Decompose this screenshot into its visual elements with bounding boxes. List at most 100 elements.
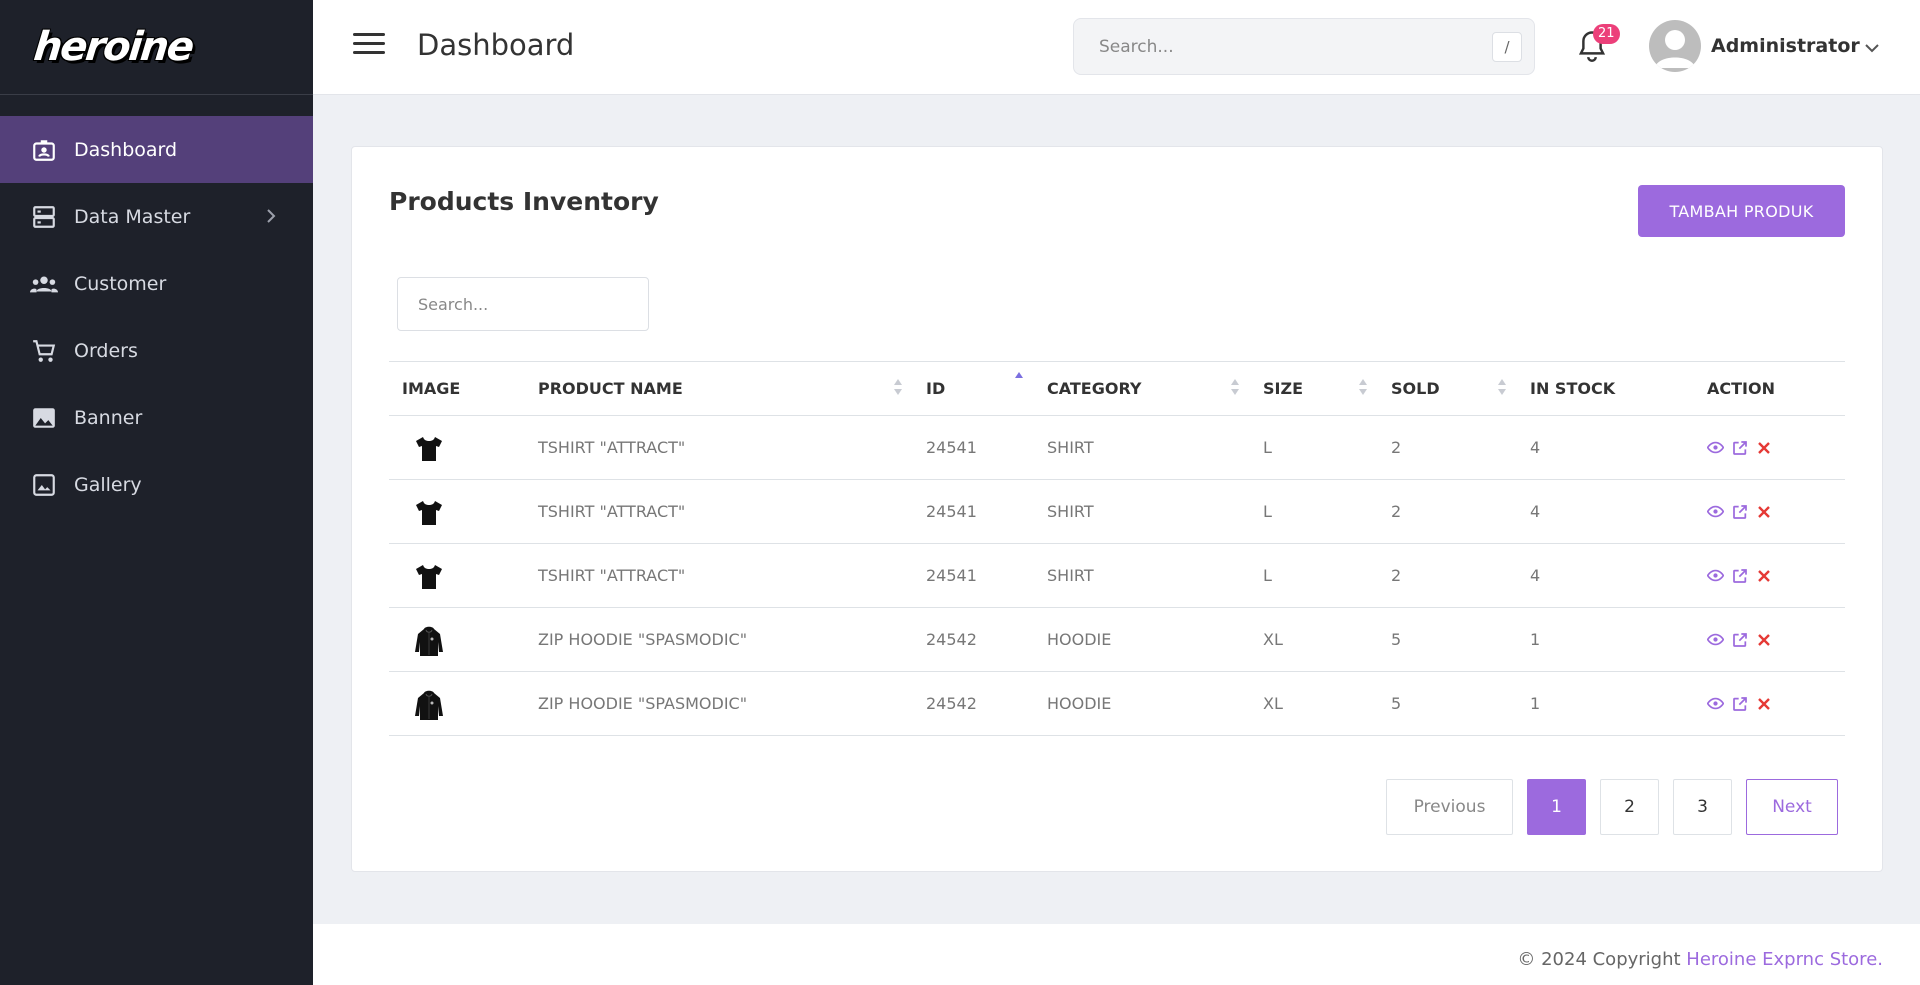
chevron-down-icon[interactable] (1865, 38, 1879, 57)
action-cell (1694, 480, 1845, 544)
edit-icon[interactable] (1731, 567, 1748, 584)
sidebar-item-label: Gallery (74, 473, 142, 496)
column-label: IN STOCK (1530, 379, 1616, 398)
sidebar-item-label: Banner (74, 406, 143, 429)
product-id-cell: 24542 (926, 630, 977, 649)
sort-icon[interactable] (893, 378, 903, 400)
product-sold-cell: 5 (1391, 694, 1402, 713)
tshirt-icon (414, 433, 444, 463)
column-header-product-name[interactable]: PRODUCT NAME (525, 362, 913, 416)
copyright-text: © 2024 Copyright (1517, 949, 1687, 970)
footer-copyright: © 2024 Copyright Heroine Exprnc Store. (1517, 949, 1883, 970)
table-search-input[interactable] (397, 277, 649, 331)
sidebar-item-dashboard[interactable]: Dashboard (0, 116, 313, 183)
row-actions (1707, 695, 1845, 712)
edit-icon[interactable] (1731, 631, 1748, 648)
delete-icon[interactable] (1755, 439, 1772, 456)
table-row: TSHIRT "ATTRACT" 24541 SHIRT L 2 4 (389, 480, 1845, 544)
sidebar-nav: Dashboard Data Master Customer Orders Ba… (0, 116, 313, 518)
product-category-cell: SHIRT (1047, 438, 1094, 457)
column-label: SIZE (1263, 379, 1304, 398)
sort-ascending-icon[interactable] (1014, 371, 1024, 393)
product-image-cell (389, 672, 525, 736)
delete-icon[interactable] (1755, 503, 1772, 520)
menu-icon[interactable] (353, 33, 385, 59)
search-shortcut-hint: / (1492, 32, 1522, 62)
delete-icon[interactable] (1755, 631, 1772, 648)
row-actions (1707, 503, 1845, 520)
product-stock-cell: 1 (1530, 630, 1541, 649)
delete-icon[interactable] (1755, 695, 1772, 712)
product-category-cell: HOODIE (1047, 630, 1112, 649)
view-icon[interactable] (1707, 503, 1724, 520)
column-label: PRODUCT NAME (538, 379, 683, 398)
logo[interactable]: heroine (32, 24, 195, 70)
product-sold-cell: 2 (1391, 566, 1402, 585)
sidebar-item-orders[interactable]: Orders (0, 317, 313, 384)
column-header-in-stock: IN STOCK (1517, 362, 1694, 416)
products-inventory-card: Products Inventory TAMBAH PRODUK IMAGE P… (351, 146, 1883, 872)
pagination-next-button[interactable]: Next (1746, 779, 1838, 835)
product-size-cell: L (1263, 438, 1272, 457)
product-name-cell: TSHIRT "ATTRACT" (538, 502, 686, 521)
dashboard-icon (30, 136, 58, 164)
user-name[interactable]: Administrator (1711, 35, 1860, 57)
product-image-cell (389, 480, 525, 544)
sidebar-item-banner[interactable]: Banner (0, 384, 313, 451)
product-name-cell: ZIP HOODIE "SPASMODIC" (538, 694, 748, 713)
product-stock-cell: 1 (1530, 694, 1541, 713)
column-label: IMAGE (402, 379, 461, 398)
sort-icon[interactable] (1497, 378, 1507, 400)
global-search-input[interactable] (1074, 19, 1454, 74)
product-sold-cell: 5 (1391, 630, 1402, 649)
sidebar-item-customer[interactable]: Customer (0, 250, 313, 317)
sidebar-item-label: Orders (74, 339, 138, 362)
edit-icon[interactable] (1731, 695, 1748, 712)
edit-icon[interactable] (1731, 439, 1748, 456)
product-sold-cell: 2 (1391, 438, 1402, 457)
action-cell (1694, 608, 1845, 672)
notification-badge: 21 (1593, 24, 1620, 44)
sort-icon[interactable] (1358, 378, 1368, 400)
column-header-category[interactable]: CATEGORY (1034, 362, 1250, 416)
pagination-page-2[interactable]: 2 (1600, 779, 1659, 835)
footer: © 2024 Copyright Heroine Exprnc Store. (313, 924, 1920, 985)
pagination-page-3[interactable]: 3 (1673, 779, 1732, 835)
sort-icon[interactable] (1230, 378, 1240, 400)
sidebar-item-label: Dashboard (74, 138, 178, 161)
gallery-icon (30, 471, 58, 499)
product-id-cell: 24541 (926, 566, 977, 585)
view-icon[interactable] (1707, 567, 1724, 584)
global-search: / (1073, 18, 1535, 75)
add-product-button[interactable]: TAMBAH PRODUK (1638, 185, 1845, 237)
product-name-cell: ZIP HOODIE "SPASMODIC" (538, 630, 748, 649)
view-icon[interactable] (1707, 439, 1724, 456)
column-header-id[interactable]: ID (913, 362, 1034, 416)
pagination-previous-button[interactable]: Previous (1386, 779, 1513, 835)
row-actions (1707, 567, 1845, 584)
product-category-cell: SHIRT (1047, 502, 1094, 521)
column-header-image: IMAGE (389, 362, 525, 416)
users-icon (30, 270, 58, 298)
delete-icon[interactable] (1755, 567, 1772, 584)
column-header-size[interactable]: SIZE (1250, 362, 1378, 416)
store-link[interactable]: Heroine Exprnc Store. (1686, 949, 1883, 970)
view-icon[interactable] (1707, 695, 1724, 712)
view-icon[interactable] (1707, 631, 1724, 648)
column-header-sold[interactable]: SOLD (1378, 362, 1517, 416)
product-id-cell: 24541 (926, 438, 977, 457)
pagination-page-1[interactable]: 1 (1527, 779, 1586, 835)
product-stock-cell: 4 (1530, 502, 1541, 521)
table-row: ZIP HOODIE "SPASMODIC" 24542 HOODIE XL 5… (389, 672, 1845, 736)
column-label: ACTION (1707, 379, 1775, 398)
logo-area: heroine (0, 0, 313, 95)
product-category-cell: HOODIE (1047, 694, 1112, 713)
sidebar-item-data-master[interactable]: Data Master (0, 183, 313, 250)
avatar[interactable] (1649, 20, 1701, 72)
product-name-cell: TSHIRT "ATTRACT" (538, 438, 686, 457)
edit-icon[interactable] (1731, 503, 1748, 520)
sidebar-item-gallery[interactable]: Gallery (0, 451, 313, 518)
page-title: Dashboard (417, 28, 575, 62)
sidebar-item-label: Customer (74, 272, 167, 295)
row-actions (1707, 631, 1845, 648)
